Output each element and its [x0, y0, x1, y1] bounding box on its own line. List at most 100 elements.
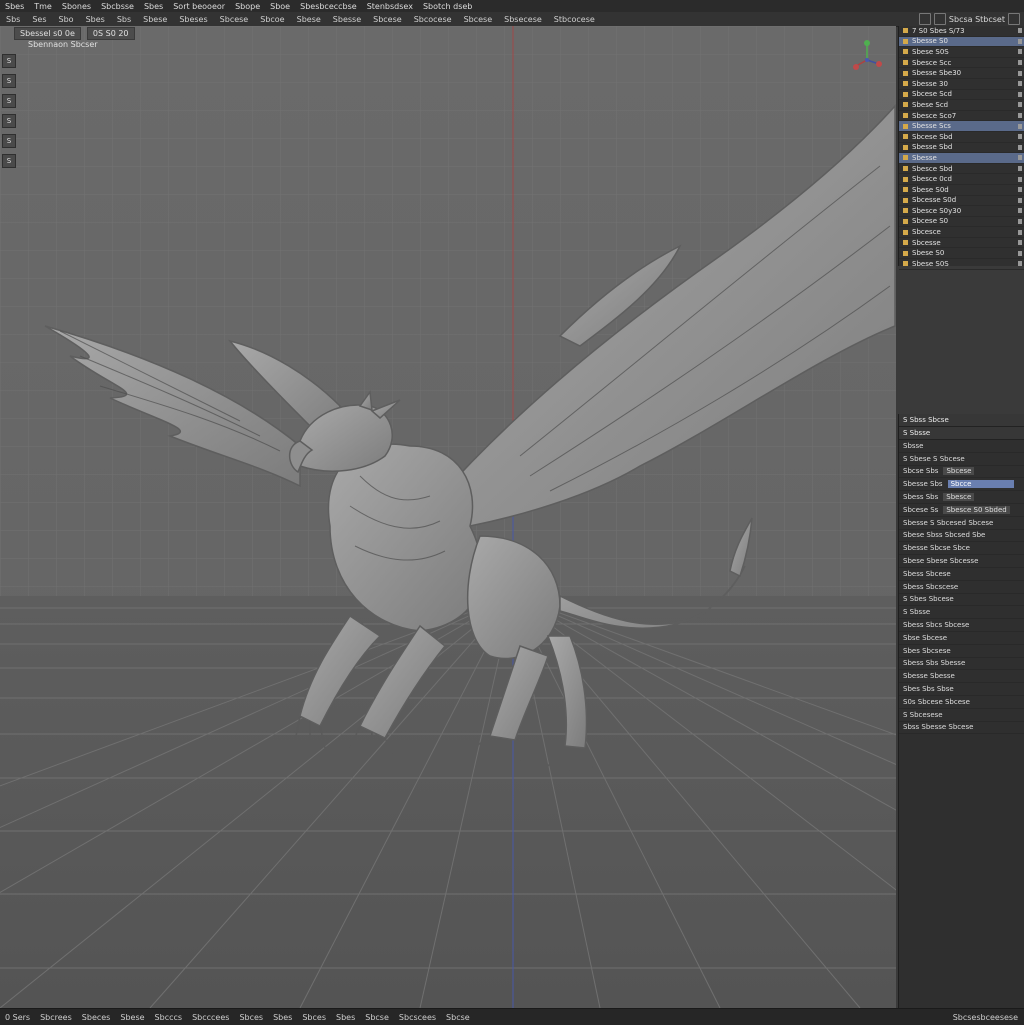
outliner-item[interactable]: Sbesce Scc [899, 58, 1024, 69]
visibility-icon[interactable] [1018, 123, 1022, 129]
menu-item[interactable]: Tme [29, 2, 57, 11]
toolbar-item[interactable]: Sbese [137, 15, 173, 24]
property-row[interactable]: Sbess Sbcs Sbcese [899, 619, 1024, 632]
outliner-item[interactable]: Sbese S0S [899, 47, 1024, 58]
toolbar-item[interactable]: Stbcocese [548, 15, 601, 24]
property-row[interactable]: S Sbese S Sbcese [899, 453, 1024, 466]
toolbar-item[interactable]: Sbes [80, 15, 111, 24]
toolbar-item[interactable]: Sbsecese [498, 15, 548, 24]
visibility-icon[interactable] [1018, 197, 1022, 203]
property-row[interactable]: Sbes Sbs Sbse [899, 683, 1024, 696]
visibility-icon[interactable] [1018, 91, 1022, 97]
property-row[interactable]: S Sbsse [899, 606, 1024, 620]
outliner-item[interactable]: Sbesse Scs [899, 121, 1024, 132]
outliner-item[interactable]: Sbesse Sbd [899, 143, 1024, 154]
visibility-icon[interactable] [1018, 187, 1022, 193]
outliner-item[interactable]: Sbesce Sbd [899, 164, 1024, 175]
outliner-item[interactable]: Sbesce Sco7 [899, 111, 1024, 122]
tool-button[interactable]: S [2, 74, 16, 88]
visibility-icon[interactable] [1018, 102, 1022, 108]
outliner-item[interactable]: Sbesse 30 [899, 79, 1024, 90]
property-row[interactable]: Sbsse [899, 440, 1024, 453]
property-row[interactable]: S Sbes Sbcese [899, 594, 1024, 607]
toolbar-item[interactable]: Sbo [53, 15, 80, 24]
visibility-icon[interactable] [1018, 261, 1022, 267]
outliner-item[interactable]: 7 S0 Sbes S/73 [899, 26, 1024, 37]
outliner-item[interactable]: Sbesce S0y30 [899, 206, 1024, 217]
menu-item[interactable]: Sbones [57, 2, 96, 11]
griffin-model[interactable] [0, 26, 896, 1008]
outliner-item[interactable]: Sbese S0d [899, 185, 1024, 196]
property-row[interactable]: Sbes Sbcsese [899, 645, 1024, 658]
visibility-icon[interactable] [1018, 60, 1022, 66]
property-row[interactable]: Sbese Sbese Sbcesse [899, 555, 1024, 568]
menu-item[interactable]: Sboe [265, 2, 295, 11]
property-row[interactable]: Sbess Sbcese [899, 568, 1024, 581]
menu-item[interactable]: Sbes [0, 2, 29, 11]
property-row[interactable]: Sbesse Sbesse [899, 670, 1024, 684]
visibility-icon[interactable] [1018, 155, 1022, 161]
outliner-item[interactable]: Sbese S0S [899, 259, 1024, 270]
visibility-icon[interactable] [1018, 218, 1022, 224]
visibility-icon[interactable] [1018, 113, 1022, 119]
menu-item[interactable]: Sbcbsse [96, 2, 139, 11]
viewport-mode-dropdown[interactable]: 0S S0 20 [86, 26, 135, 40]
visibility-icon[interactable] [1018, 134, 1022, 140]
property-field[interactable]: Sbcce [947, 480, 1014, 489]
menu-item[interactable]: Sbope [230, 2, 265, 11]
property-row[interactable]: Sbesse S Sbcesed Sbcese [899, 517, 1024, 530]
property-row[interactable]: S0s Sbcese Sbcese [899, 696, 1024, 709]
3d-viewport[interactable]: Sbessel s0 0e 0S S0 20 Sbennaon Sbcser SS… [0, 26, 896, 1008]
visibility-icon[interactable] [1018, 70, 1022, 76]
viewport-mode-dropdown[interactable]: Sbessel s0 0e [14, 26, 81, 40]
property-row[interactable]: Sbess Sbs Sbesce [899, 491, 1024, 504]
outliner-item[interactable]: Sbesse Sbe30 [899, 68, 1024, 79]
property-row[interactable]: Sbcese Ss Sbesce S0 Sbded [899, 504, 1024, 517]
visibility-icon[interactable] [1018, 38, 1022, 44]
menu-item[interactable]: Sbesbceccbse [295, 2, 362, 11]
visibility-icon[interactable] [1018, 81, 1022, 87]
visibility-icon[interactable] [1018, 240, 1022, 246]
toolbar-item[interactable]: Sbcese [367, 15, 408, 24]
outliner-item[interactable]: Sbcesse S0d [899, 196, 1024, 207]
outliner-item[interactable]: Sbcese Scd [899, 90, 1024, 101]
tool-button[interactable]: S [2, 94, 16, 108]
visibility-icon[interactable] [1018, 229, 1022, 235]
tool-button[interactable]: S [2, 134, 16, 148]
property-field[interactable]: Sbesce S0 Sbded [943, 505, 1010, 514]
outliner-item[interactable]: Sbesse [899, 153, 1024, 164]
settings-icon[interactable] [1008, 13, 1020, 25]
property-row[interactable]: Sbess Sbcscese [899, 581, 1024, 594]
view-icon[interactable] [918, 13, 931, 25]
visibility-icon[interactable] [1018, 166, 1022, 172]
visibility-icon[interactable] [1018, 176, 1022, 182]
render-icon[interactable] [933, 13, 946, 25]
toolbar-item[interactable]: Sbcocese [408, 15, 458, 24]
property-row[interactable]: Sbss Sbesse Sbcese [899, 722, 1024, 735]
visibility-icon[interactable] [1018, 250, 1022, 256]
property-row[interactable]: Sbese Sbss Sbcsed Sbe [899, 530, 1024, 543]
property-row[interactable]: Sbse Sbcese [899, 632, 1024, 645]
visibility-icon[interactable] [1018, 208, 1022, 214]
property-field[interactable]: Sbcese [943, 467, 975, 476]
property-row[interactable]: Sbcse Sbs Sbcese [899, 466, 1024, 479]
tool-button[interactable]: S [2, 154, 16, 168]
toolbar-item[interactable]: Sbeses [173, 15, 213, 24]
toolbar-item[interactable]: Sbcoe [254, 15, 290, 24]
outliner-item[interactable]: Sbcese Sbd [899, 132, 1024, 143]
menu-item[interactable]: Sbotch dseb [418, 2, 477, 11]
toolbar-item[interactable]: Sbesse [327, 15, 367, 24]
property-field[interactable]: Sbesce [943, 493, 975, 502]
visibility-icon[interactable] [1018, 144, 1022, 150]
outliner-item[interactable]: Sbcese S0 [899, 217, 1024, 228]
toolbar-item[interactable]: Sbcese [214, 15, 255, 24]
visibility-icon[interactable] [1018, 28, 1022, 34]
toolbar-item[interactable]: Sbs [0, 15, 26, 24]
tool-button[interactable]: S [2, 54, 16, 68]
outliner-item[interactable]: Sbese S0 [899, 248, 1024, 260]
menu-item[interactable]: Sbes [139, 2, 168, 11]
visibility-icon[interactable] [1018, 49, 1022, 55]
outliner-item[interactable]: Sbcesse [899, 238, 1024, 249]
toolbar-right-label[interactable]: Sbcsa Stbcset [949, 15, 1005, 24]
menu-item[interactable]: Stenbsdsex [362, 2, 418, 11]
